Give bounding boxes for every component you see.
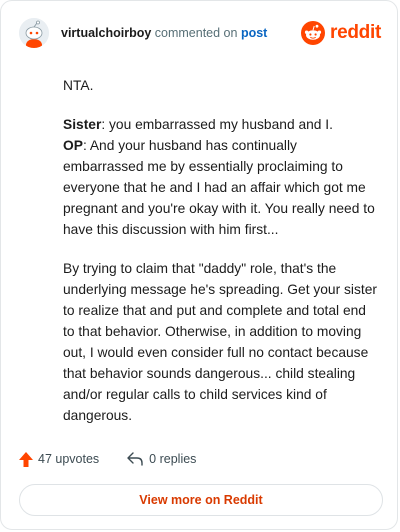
reply-arrow-icon — [127, 452, 143, 466]
upvote-arrow-icon — [19, 451, 33, 467]
reddit-logo[interactable]: reddit — [301, 21, 381, 45]
comment-body: NTA. Sister: you embarrassed my husband … — [63, 75, 381, 444]
view-more-button[interactable]: View more on Reddit — [19, 484, 383, 516]
op-text: : And your husband has continually embar… — [63, 138, 375, 237]
reddit-wordmark: reddit — [330, 22, 381, 43]
snoo-avatar-icon — [19, 18, 49, 48]
comment-meta: virtualchoirboy commented on post — [61, 26, 267, 40]
comment-paragraph-3: By trying to claim that "daddy" role, th… — [63, 261, 377, 423]
sister-text: : you embarrassed my husband and I. — [101, 117, 333, 132]
upvotes-count: 47 upvotes — [38, 452, 100, 466]
username-link[interactable]: virtualchoirboy — [61, 26, 151, 40]
comment-paragraph-2: Sister: you embarrassed my husband and I… — [63, 114, 381, 240]
comment-card: virtualchoirboy commented on post reddit… — [0, 0, 398, 530]
action-text: commented on — [154, 26, 238, 40]
replies-stat[interactable]: 0 replies — [127, 452, 196, 466]
user-avatar[interactable] — [19, 18, 49, 48]
op-label: OP — [63, 138, 83, 153]
comment-header: virtualchoirboy commented on post reddit — [19, 17, 381, 49]
upvotes-stat[interactable]: 47 upvotes — [19, 451, 100, 467]
comment-stats: 47 upvotes 0 replies — [19, 449, 196, 469]
sister-label: Sister — [63, 117, 102, 132]
replies-count: 0 replies — [149, 452, 197, 466]
reddit-logo-icon — [301, 21, 326, 45]
post-link[interactable]: post — [241, 26, 267, 40]
comment-paragraph-1: NTA. — [63, 78, 94, 93]
